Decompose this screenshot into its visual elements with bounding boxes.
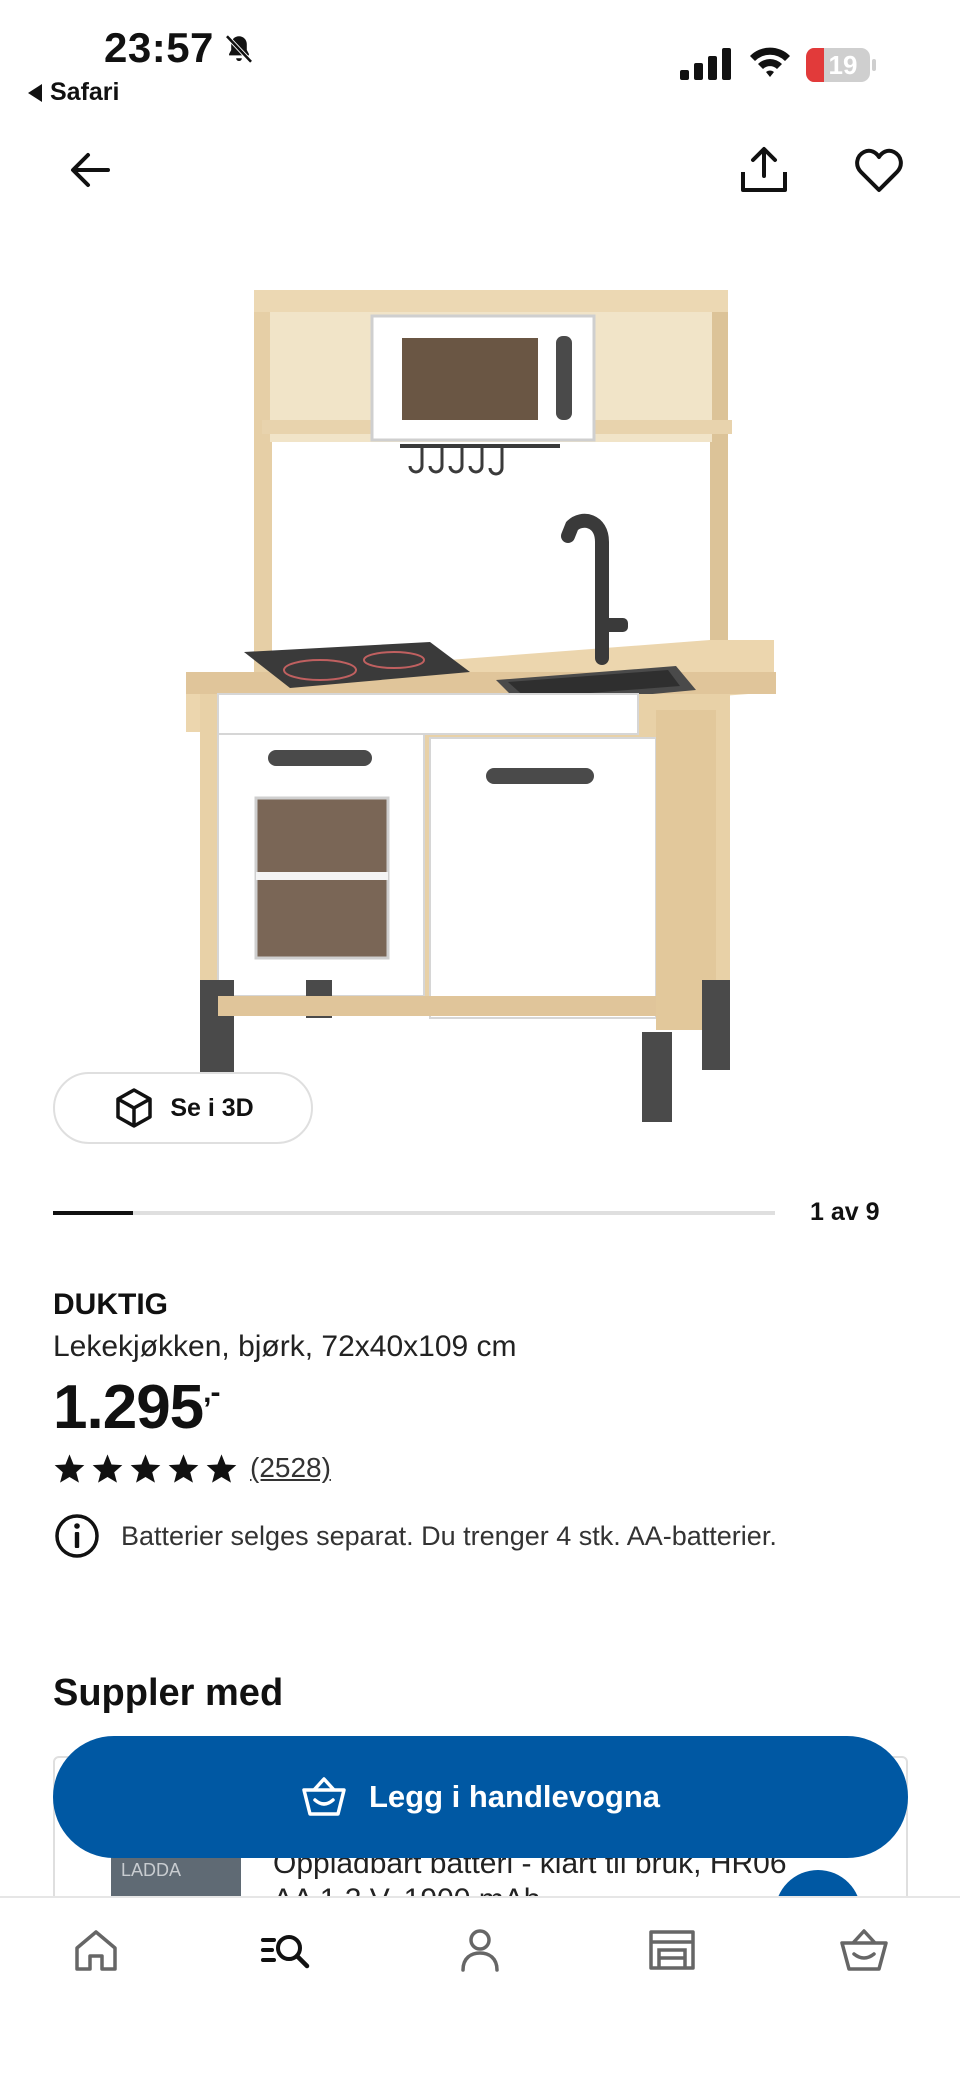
wifi-icon xyxy=(750,47,790,77)
product-description: Lekekjøkken, bjørk, 72x40x109 cm xyxy=(53,1330,517,1363)
cube-icon xyxy=(116,1088,153,1128)
complements-title: Suppler med xyxy=(53,1672,284,1714)
add-to-cart-button[interactable]: Legg i handlevogna xyxy=(53,1736,908,1858)
profile-icon xyxy=(461,1929,499,1972)
bottom-tab-bar xyxy=(0,1896,960,2081)
bell-muted-icon xyxy=(225,34,253,64)
complement-thumb-label: LADDA xyxy=(121,1860,182,1880)
back-triangle-icon xyxy=(28,83,42,102)
star-icon xyxy=(54,1453,85,1483)
home-icon xyxy=(75,1930,117,1971)
tab-search-menu[interactable] xyxy=(260,1924,312,1976)
store-icon xyxy=(649,1930,695,1970)
view-3d-button[interactable]: Se i 3D xyxy=(53,1072,313,1144)
battery-notice: Batterier selges separat. Du trenger 4 s… xyxy=(53,1512,777,1560)
cart-basket-icon xyxy=(840,1929,888,1971)
rating-stars xyxy=(53,1453,238,1484)
add-to-cart-label: Legg i handlevogna xyxy=(368,1779,661,1814)
search-menu-icon xyxy=(261,1935,310,1969)
price-value: 1.295 xyxy=(53,1373,204,1442)
battery-level: 19 xyxy=(828,50,858,80)
product-name: DUKTIG xyxy=(53,1288,168,1321)
product-price: 1.295,- xyxy=(53,1372,221,1443)
gallery-counter: 1 av 9 xyxy=(810,1198,880,1226)
tab-cart[interactable] xyxy=(838,1924,890,1976)
cellular-signal-icon xyxy=(680,48,731,80)
status-time: 23:57 xyxy=(104,24,214,71)
back-to-safari[interactable]: Safari xyxy=(28,78,119,107)
share-icon[interactable] xyxy=(738,144,790,196)
tab-store[interactable] xyxy=(646,1924,698,1976)
back-app-label: Safari xyxy=(50,78,120,106)
heart-icon[interactable] xyxy=(854,146,904,194)
star-icon xyxy=(92,1453,123,1483)
notice-text: Batterier selges separat. Du trenger 4 s… xyxy=(121,1520,777,1551)
arrow-left-icon[interactable] xyxy=(66,146,114,194)
info-icon xyxy=(55,1514,99,1558)
gallery-progress-fill xyxy=(53,1211,134,1215)
tab-home[interactable] xyxy=(70,1924,122,1976)
product-image[interactable] xyxy=(170,280,790,1150)
basket-icon xyxy=(302,1777,346,1816)
star-icon xyxy=(168,1453,199,1483)
status-bar: 23:57 Safari 19 xyxy=(0,0,960,115)
star-icon xyxy=(206,1453,237,1483)
view-3d-label: Se i 3D xyxy=(170,1093,254,1122)
product-rating[interactable]: (2528) xyxy=(53,1452,331,1484)
tab-profile[interactable] xyxy=(454,1924,506,1976)
gallery-progress xyxy=(53,1211,775,1215)
price-suffix: ,- xyxy=(203,1376,220,1409)
star-icon xyxy=(130,1453,161,1483)
review-count-link[interactable]: (2528) xyxy=(250,1452,331,1484)
